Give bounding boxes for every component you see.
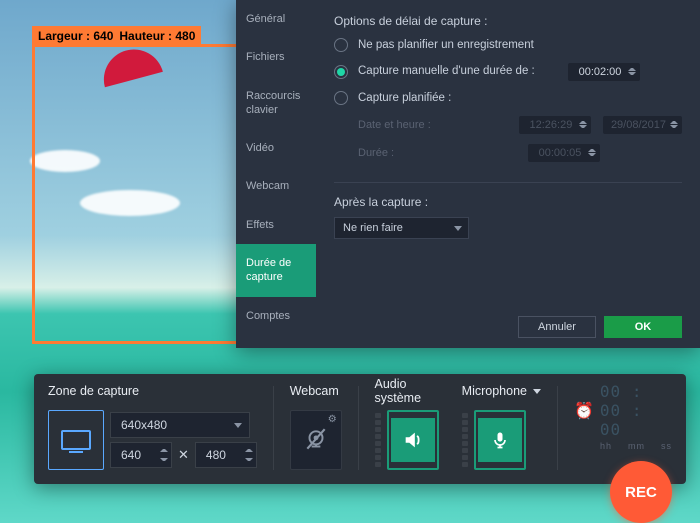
scheduled-time-spinner: 12:26:29: [519, 116, 591, 134]
spinner-caret-icon[interactable]: [245, 446, 253, 464]
capture-area-button[interactable]: [48, 410, 104, 470]
sidebar-item-video[interactable]: Vidéo: [236, 129, 316, 167]
after-capture-title: Après la capture :: [334, 195, 682, 209]
settings-content: Options de délai de capture : Ne pas pla…: [316, 0, 700, 348]
manual-duration-spinner[interactable]: 00:02:00: [568, 63, 640, 81]
microphone-title[interactable]: Microphone: [462, 382, 542, 400]
divider: [557, 386, 558, 470]
spinner-caret-icon[interactable]: [628, 63, 636, 81]
sidebar-item-effects[interactable]: Effets: [236, 206, 316, 244]
sidebar-item-shortcuts[interactable]: Raccourcis clavier: [236, 77, 316, 130]
sidebar-item-files[interactable]: Fichiers: [236, 38, 316, 76]
scheduled-duration-row: Durée : 00:00:05: [358, 144, 682, 162]
screen-icon: [61, 430, 91, 450]
cloud-decor: [30, 150, 100, 172]
divider: [334, 182, 682, 183]
alarm-clock-icon[interactable]: ⏰: [574, 401, 594, 421]
radio-manual-duration[interactable]: Capture manuelle d'une durée de : 00:02:…: [334, 63, 682, 81]
capture-delay-title: Options de délai de capture :: [334, 14, 682, 28]
webcam-off-icon: [303, 427, 329, 453]
scheduled-duration-spinner: 00:00:05: [528, 144, 600, 162]
spinner-caret-icon: [670, 116, 678, 134]
settings-dialog: Général Fichiers Raccourcis clavier Vidé…: [236, 0, 700, 348]
cancel-button[interactable]: Annuler: [518, 316, 596, 338]
spinner-caret-icon[interactable]: [160, 446, 168, 464]
after-capture-select[interactable]: Ne rien faire: [334, 217, 469, 239]
radio-icon: [334, 38, 348, 52]
sidebar-item-accounts[interactable]: Comptes: [236, 297, 316, 335]
divider: [358, 386, 359, 470]
microphone-icon: [490, 429, 510, 451]
cloud-decor: [80, 190, 180, 216]
timer-display: 00 : 00 : 00: [600, 382, 672, 439]
radio-icon: [334, 65, 348, 79]
spinner-caret-icon: [579, 116, 587, 134]
radio-scheduled[interactable]: Capture planifiée :: [334, 91, 682, 106]
speaker-icon: [402, 429, 424, 451]
scheduled-datetime-row: Date et heure : 12:26:29 29/08/2017: [358, 116, 682, 134]
ok-button[interactable]: OK: [604, 316, 682, 338]
height-spinner[interactable]: 480: [195, 442, 257, 468]
timer-units: hh mm ss: [574, 441, 672, 451]
capture-height-label: Hauteur : 480: [119, 29, 195, 43]
radio-icon: [334, 91, 348, 105]
system-audio-title: Audio système: [375, 382, 448, 400]
mic-level-meter: [462, 410, 468, 470]
microphone-toggle[interactable]: [474, 410, 526, 470]
radio-no-schedule[interactable]: Ne pas planifier un enregistrement: [334, 38, 682, 53]
zone-title: Zone de capture: [48, 382, 257, 400]
sidebar-item-duration[interactable]: Durée de capture: [236, 244, 316, 297]
spinner-caret-icon: [588, 144, 596, 162]
chevron-down-icon: [533, 389, 541, 394]
sidebar-item-webcam[interactable]: Webcam: [236, 167, 316, 205]
audio-level-meter: [375, 410, 381, 470]
gear-icon[interactable]: ⚙: [328, 414, 337, 425]
settings-sidebar: Général Fichiers Raccourcis clavier Vidé…: [236, 0, 316, 348]
capture-dimensions-badge: Largeur : 640 Hauteur : 480: [32, 26, 201, 46]
scheduled-date-spinner: 29/08/2017: [603, 116, 682, 134]
capture-width-label: Largeur : 640: [38, 29, 113, 43]
webcam-title: Webcam: [290, 382, 342, 400]
resolution-select[interactable]: 640x480: [110, 412, 250, 438]
system-audio-toggle[interactable]: [387, 410, 439, 470]
webcam-toggle[interactable]: ⚙: [290, 410, 342, 470]
divider: [273, 386, 274, 470]
sidebar-item-general[interactable]: Général: [236, 0, 316, 38]
record-button[interactable]: REC: [610, 461, 672, 523]
times-icon: ✕: [176, 447, 191, 463]
recorder-toolbar: Zone de capture 640x480 640 ✕ 480: [34, 374, 686, 484]
width-spinner[interactable]: 640: [110, 442, 172, 468]
